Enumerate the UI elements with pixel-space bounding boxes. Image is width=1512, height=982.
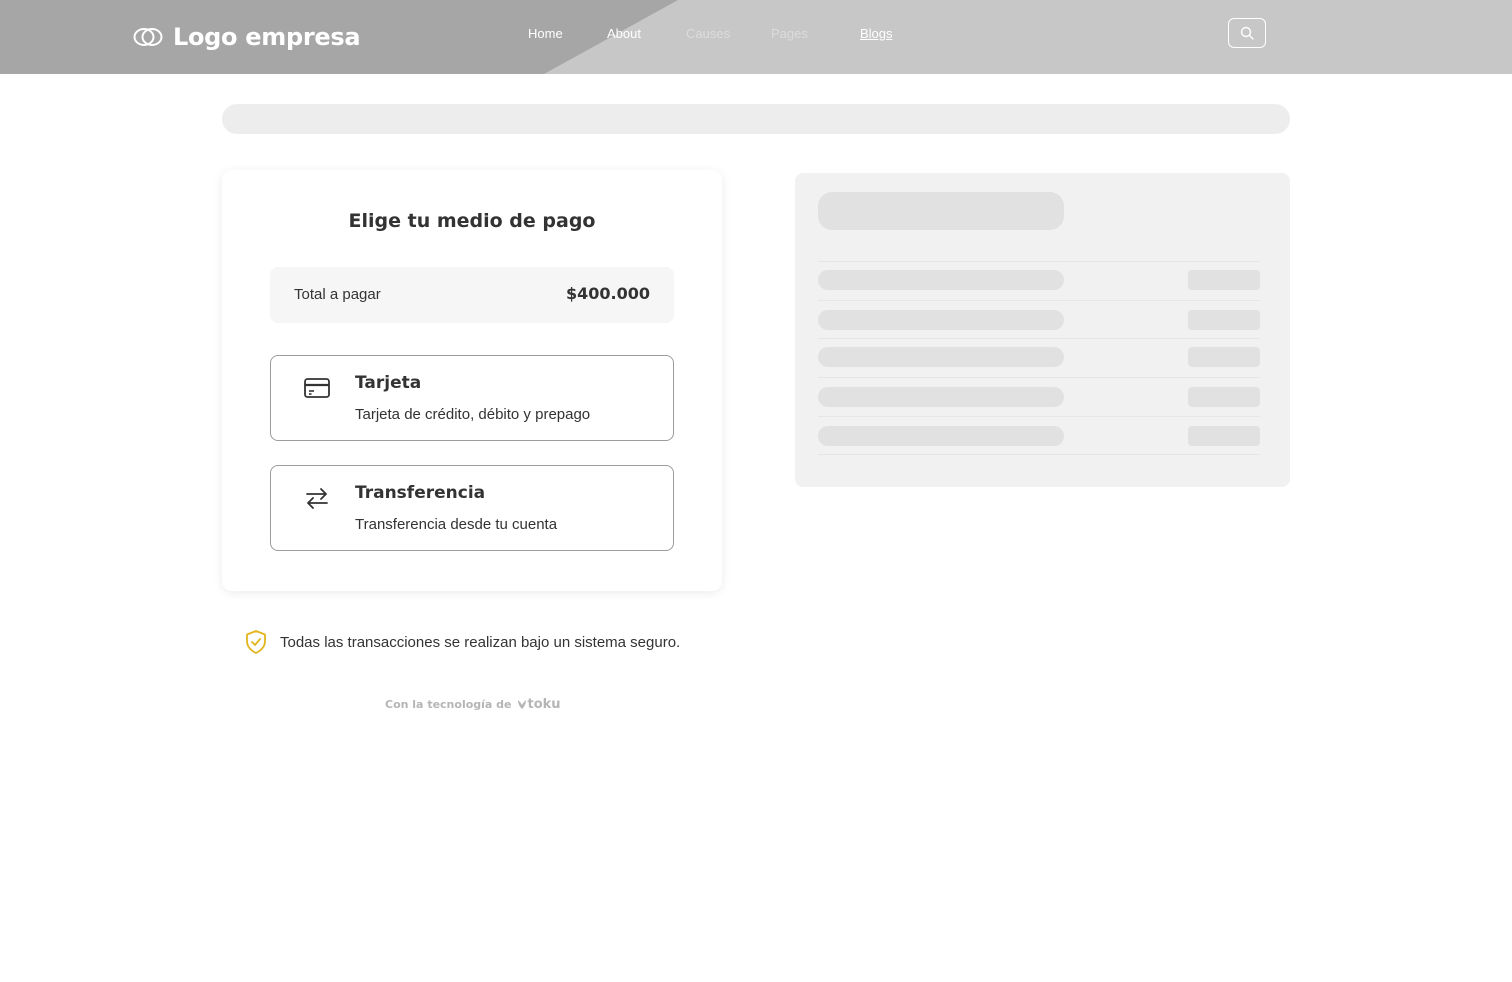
total-to-pay: Total a pagar $400.000 (270, 267, 674, 323)
loading-progress-bar (222, 104, 1290, 134)
skeleton-divider (818, 261, 1260, 262)
order-summary-skeleton (795, 173, 1290, 487)
option-transfer-description: Transferencia desde tu cuenta (355, 516, 558, 533)
option-card-title: Tarjeta (355, 373, 422, 393)
skeleton-divider (818, 377, 1260, 378)
skeleton-value (1188, 270, 1260, 290)
total-amount: $400.000 (565, 284, 650, 303)
skeleton-line (818, 347, 1064, 367)
payment-option-transfer[interactable]: Transferencia Transferencia desde tu cue… (270, 465, 674, 551)
nav-causes[interactable]: Causes (686, 26, 730, 41)
main-nav: Home About Causes Pages Blogs (0, 26, 1512, 46)
skeleton-title (818, 192, 1064, 230)
total-label: Total a pagar (294, 286, 381, 303)
skeleton-line (818, 387, 1064, 407)
nav-blogs[interactable]: Blogs (860, 26, 893, 41)
skeleton-line (818, 270, 1064, 290)
top-navbar: Logo empresa Home About Causes Pages Blo… (0, 0, 1512, 74)
nav-about[interactable]: About (607, 26, 641, 41)
skeleton-line (818, 310, 1064, 330)
skeleton-divider (818, 454, 1260, 455)
toku-bird-icon (517, 700, 526, 709)
option-transfer-title: Transferencia (355, 483, 486, 503)
payment-option-card[interactable]: Tarjeta Tarjeta de crédito, débito y pre… (270, 355, 674, 441)
payment-method-card: Elige tu medio de pago Total a pagar $40… (222, 170, 722, 591)
skeleton-divider (818, 300, 1260, 301)
payment-title: Elige tu medio de pago (348, 210, 596, 232)
skeleton-value (1188, 426, 1260, 446)
search-icon (1240, 26, 1254, 40)
toku-logo: toku (517, 697, 561, 712)
skeleton-value (1188, 310, 1260, 330)
nav-pages[interactable]: Pages (771, 26, 808, 41)
skeleton-line (818, 426, 1064, 446)
option-card-description: Tarjeta de crédito, débito y prepago (355, 406, 591, 423)
skeleton-divider (818, 416, 1260, 417)
secure-text: Todas las transacciones se realizan bajo… (280, 633, 681, 651)
skeleton-divider (818, 338, 1260, 339)
skeleton-value (1188, 387, 1260, 407)
credit-card-icon (303, 374, 331, 402)
powered-by: Con la tecnología de toku (385, 697, 561, 712)
search-button[interactable] (1228, 18, 1266, 48)
skeleton-value (1188, 347, 1260, 367)
toku-brand-text: toku (527, 697, 561, 712)
shield-check-icon (246, 630, 266, 654)
transfer-arrows-icon (303, 484, 331, 512)
nav-home[interactable]: Home (528, 26, 563, 41)
secure-transaction-note: Todas las transacciones se realizan bajo… (244, 629, 680, 655)
powered-by-text: Con la tecnología de (385, 698, 512, 711)
